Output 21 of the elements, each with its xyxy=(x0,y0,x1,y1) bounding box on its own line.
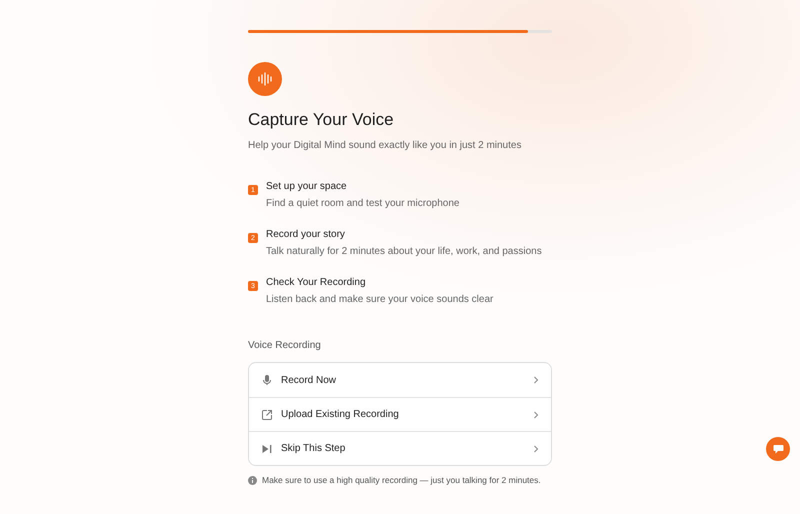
step-description: Talk naturally for 2 minutes about your life, work, and passions xyxy=(266,246,542,257)
step-title: Check Your Recording xyxy=(266,277,367,288)
chevron-icon xyxy=(533,444,539,452)
step-title: Record your story xyxy=(266,229,346,240)
external-link-icon xyxy=(261,408,273,420)
section-label: Voice Recording xyxy=(248,340,322,351)
chevron-icon xyxy=(533,376,539,384)
page-title: Capture Your Voice xyxy=(248,110,395,130)
subtitle: Help your Digital Mind sound exactly like you in just 2 minutes xyxy=(248,140,522,151)
step-description: Listen back and make sure your voice sounds clear xyxy=(266,294,494,305)
chat-icon xyxy=(772,444,784,454)
chat-button[interactable] xyxy=(766,437,790,461)
step-description: Find a quiet room and test your microphone xyxy=(266,198,460,209)
chevron-icon xyxy=(533,410,539,418)
option-button[interactable]: Skip This Step xyxy=(249,431,551,465)
microphone-icon xyxy=(261,374,273,386)
skip-icon xyxy=(261,442,273,454)
info-icon xyxy=(248,476,257,484)
step-title: Set up your space xyxy=(266,181,348,192)
note-text: Make sure to use a high quality recording — just you talking for 2 minutes. xyxy=(262,475,541,485)
sound-wave-icon xyxy=(248,62,282,96)
